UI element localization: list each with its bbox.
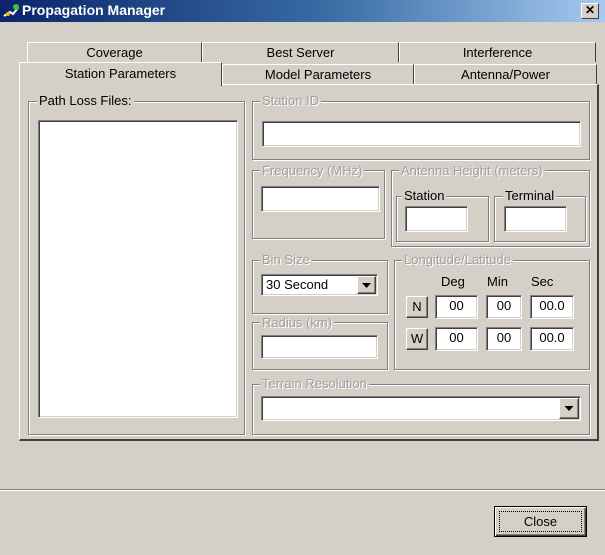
sec-header: Sec — [531, 274, 554, 289]
radius-input[interactable] — [261, 335, 378, 359]
lonlat-label: Longitude/Latitude — [402, 252, 513, 267]
terminal-height-label: Terminal — [503, 188, 557, 203]
radius-label: Radius (km) — [260, 315, 335, 330]
path-loss-label: Path Loss Files: — [37, 93, 134, 108]
chevron-down-icon[interactable] — [559, 398, 579, 419]
tab-model-parameters[interactable]: Model Parameters — [222, 64, 414, 84]
chevron-down-icon[interactable] — [357, 276, 376, 294]
window-close-button[interactable]: ✕ — [581, 3, 599, 19]
min-header: Min — [487, 274, 508, 289]
longitude-hemisphere-button[interactable]: W — [406, 328, 428, 350]
terrain-resolution-select[interactable] — [261, 396, 581, 421]
path-loss-files-list[interactable] — [38, 120, 238, 418]
longitude-sec-input[interactable]: 00.0 — [530, 327, 574, 351]
antenna-height-label: Antenna Height (meters) — [399, 163, 545, 178]
tab-antenna-power[interactable]: Antenna/Power — [414, 64, 597, 84]
frequency-input[interactable] — [261, 186, 380, 212]
close-button[interactable]: Close — [494, 506, 587, 537]
bin-size-value: 30 Second — [266, 277, 329, 292]
frequency-label: Frequency (MHz) — [260, 163, 365, 178]
tab-best-server[interactable]: Best Server — [202, 42, 399, 62]
terminal-height-input[interactable] — [504, 206, 567, 232]
antenna-icon — [3, 4, 19, 17]
station-height-label: Station — [402, 188, 447, 203]
bin-size-label: Bin Size — [260, 252, 312, 267]
close-button-label: Close — [499, 511, 582, 532]
station-height-input[interactable] — [405, 206, 468, 232]
latitude-min-input[interactable]: 00 — [486, 295, 522, 319]
longitude-deg-input[interactable]: 00 — [435, 327, 478, 351]
latitude-deg-input[interactable]: 00 — [435, 295, 478, 319]
footer-separator — [0, 489, 605, 491]
tab-coverage[interactable]: Coverage — [27, 42, 202, 62]
tab-station-parameters[interactable]: Station Parameters — [19, 62, 222, 86]
tab-interference[interactable]: Interference — [399, 42, 596, 62]
terrain-resolution-label: Terrain Resolution — [260, 376, 369, 391]
longitude-min-input[interactable]: 00 — [486, 327, 522, 351]
deg-header: Deg — [441, 274, 465, 289]
station-id-label: Station ID — [260, 93, 322, 108]
latitude-sec-input[interactable]: 00.0 — [530, 295, 574, 319]
latitude-hemisphere-button[interactable]: N — [406, 296, 428, 318]
station-id-input[interactable] — [262, 121, 581, 147]
window-title: Propagation Manager — [22, 2, 166, 18]
